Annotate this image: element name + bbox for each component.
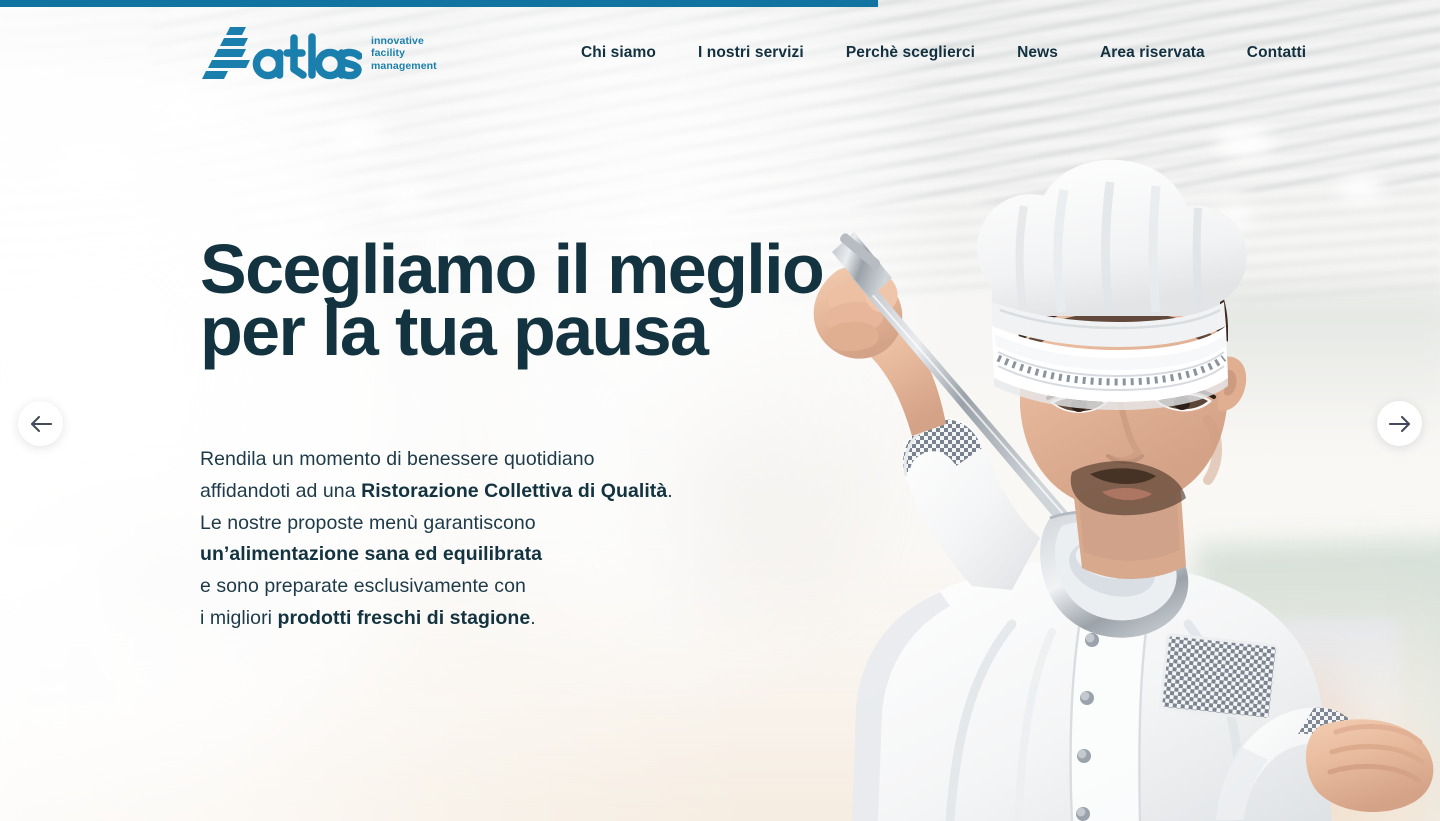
site-header: innovative facility management Chi siamo… [0,7,1440,99]
logo-tagline-line-3: management [371,59,437,72]
hero-lead-line-5: e sono preparate esclusivamente con [200,575,526,598]
slide-progress-fill [0,0,879,7]
hero-lead-line-2-text: affidandoti ad una [200,479,362,502]
hero-lead-line-4: un’alimentazione sana ed equilibrata [200,539,860,571]
nav-item-i-nostri-servizi[interactable]: I nostri servizi [677,44,825,62]
hero-lead-line-2-period: . [667,479,673,502]
carousel-next-button[interactable] [1377,401,1422,446]
hero-headline-line-2: per la tua pausa [200,292,709,370]
arrow-left-icon [30,415,52,433]
hero-lead-paragraph: Rendila un momento di benessere quotidia… [200,444,860,635]
hero-lead-emphasis-quality: Ristorazione Collettiva di Qualità [361,479,668,502]
hero-lead-line-1: Rendila un momento di benessere quotidia… [200,448,595,470]
hero-lead-emphasis-nutrition: un’alimentazione sana ed equilibrata [200,543,543,566]
hero-lead-line-6-period: . [530,606,536,629]
nav-item-news[interactable]: News [996,44,1079,62]
site-logo[interactable]: innovative facility management [202,24,437,82]
logo-tagline-line-2: facility [371,47,406,60]
nav-item-perche-sceglierci[interactable]: Perchè sceglierci [825,44,996,62]
hero-lead-line-2: affidandoti ad una Ristorazione Colletti… [200,476,860,508]
main-navigation: Chi siamo I nostri servizi Perchè scegli… [560,7,1327,99]
hero-headline: Scegliamo il meglio per la tua pausa [200,234,860,370]
nav-item-contatti[interactable]: Contatti [1226,44,1327,62]
carousel-prev-button[interactable] [18,401,63,446]
slide-progress-track [0,0,1440,7]
logo-tagline-line-1: innovative [371,34,424,47]
hero-copy: Scegliamo il meglio per la tua pausa Ren… [200,234,860,635]
arrow-right-icon [1388,415,1411,433]
atlas-logo-mark [202,24,362,82]
hero-lead-line-3: Le nostre proposte menù garantiscono [200,511,536,534]
nav-item-area-riservata[interactable]: Area riservata [1079,44,1226,62]
logo-tagline: innovative facility management [371,35,437,82]
hero-lead-emphasis-seasonal: prodotti freschi di stagione [277,606,531,629]
hero-lead-line-6-text: i migliori [200,606,278,629]
hero-lead-line-6: i migliori prodotti freschi di stagione. [200,603,860,635]
nav-item-chi-siamo[interactable]: Chi siamo [560,44,677,62]
